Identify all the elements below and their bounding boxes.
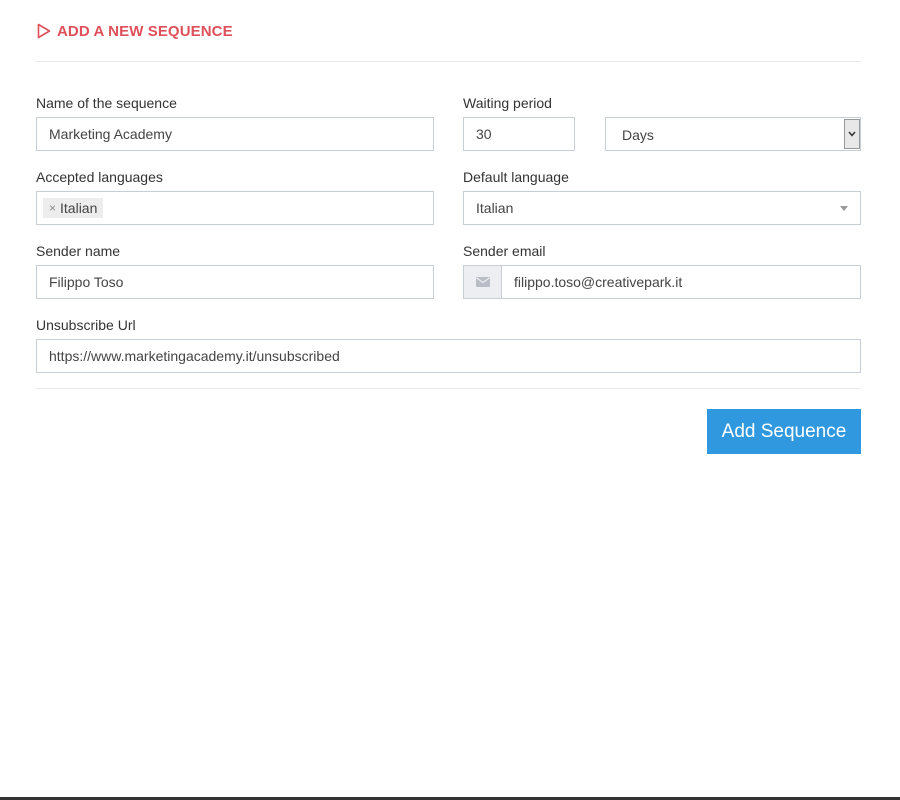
accepted-languages-label: Accepted languages [36, 169, 163, 185]
caret-down-icon [840, 206, 848, 211]
envelope-icon [463, 265, 501, 299]
language-tag-label: Italian [60, 200, 98, 216]
sender-email-group: filippo.toso@creativepark.it [463, 265, 861, 299]
default-language-value: Italian [476, 200, 514, 216]
sender-name-input[interactable]: Filippo Toso [36, 265, 434, 299]
chevron-down-icon [848, 131, 856, 137]
default-language-label: Default language [463, 169, 569, 185]
waiting-period-input[interactable]: 30 [463, 117, 575, 151]
unsubscribe-url-input[interactable]: https://www.marketingacademy.it/unsubscr… [36, 339, 861, 373]
accepted-languages-input[interactable]: × Italian [36, 191, 434, 225]
waiting-unit-select[interactable]: Days [605, 117, 861, 151]
waiting-period-label: Waiting period [463, 95, 552, 111]
select-arrow-button[interactable] [844, 119, 860, 149]
form-header: ADD A NEW SEQUENCE [36, 0, 861, 62]
remove-tag-icon[interactable]: × [49, 201, 56, 215]
unsubscribe-url-label: Unsubscribe Url [36, 317, 136, 333]
sender-name-label: Sender name [36, 243, 121, 259]
default-language-dropdown[interactable]: Italian [463, 191, 861, 225]
play-outline-icon [37, 23, 51, 39]
form-divider [36, 388, 861, 389]
waiting-unit-value: Days [622, 127, 654, 143]
add-sequence-button[interactable]: Add Sequence [707, 409, 861, 454]
name-label: Name of the sequence [36, 95, 177, 111]
sender-email-input[interactable]: filippo.toso@creativepark.it [501, 265, 861, 299]
sequence-name-input[interactable]: Marketing Academy [36, 117, 434, 151]
sender-email-label: Sender email [463, 243, 546, 259]
page-title: ADD A NEW SEQUENCE [57, 22, 233, 40]
language-tag: × Italian [43, 198, 104, 218]
sequence-form-container: ADD A NEW SEQUENCE Name of the sequence … [36, 0, 861, 454]
